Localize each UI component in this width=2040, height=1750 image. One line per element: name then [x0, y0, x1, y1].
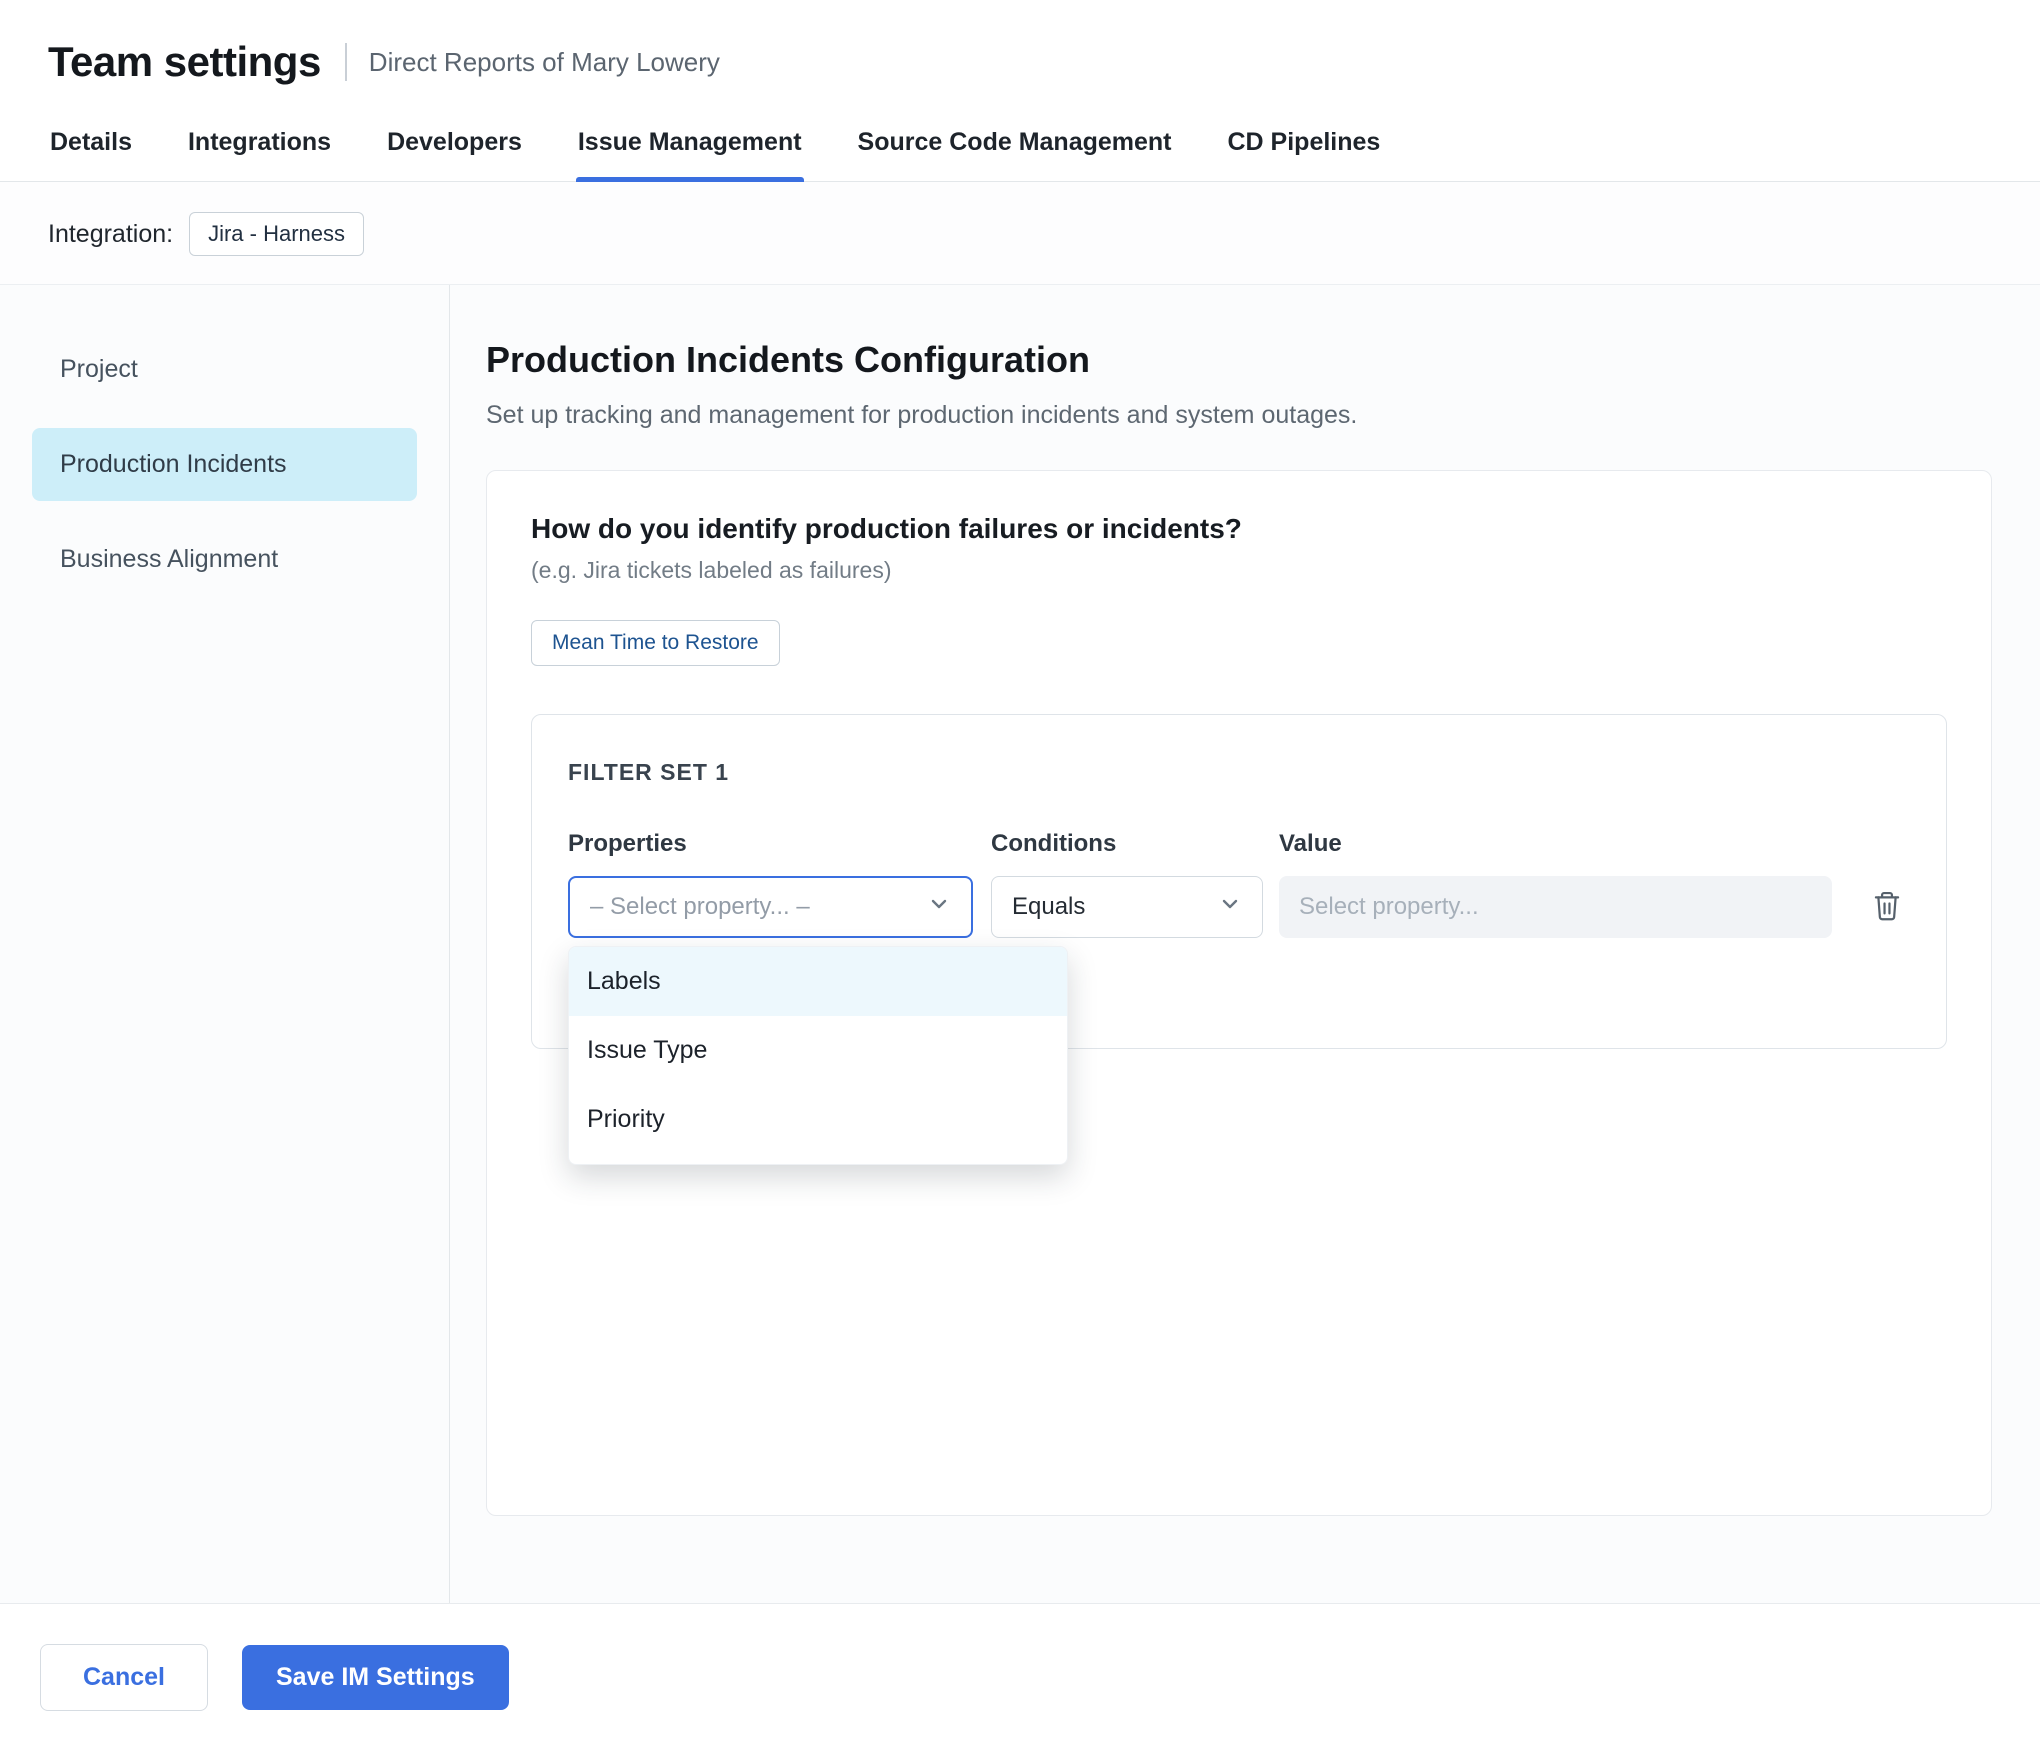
- main-panel: Production Incidents Configuration Set u…: [450, 285, 2040, 1603]
- page-header: Team settings Direct Reports of Mary Low…: [0, 0, 2040, 110]
- settings-sidebar: Project Production Incidents Business Al…: [0, 285, 450, 1603]
- question-hint: (e.g. Jira tickets labeled as failures): [531, 557, 1947, 584]
- value-column-label: Value: [1279, 830, 1832, 858]
- page-title: Team settings: [48, 38, 321, 86]
- tab-bar: Details Integrations Developers Issue Ma…: [0, 110, 2040, 182]
- filter-set-title: FILTER SET 1: [568, 759, 1910, 786]
- conditions-column-label: Conditions: [991, 830, 1263, 858]
- dropdown-option-priority[interactable]: Priority: [569, 1085, 1067, 1154]
- trash-icon: [1872, 890, 1902, 925]
- integration-label: Integration:: [48, 220, 173, 249]
- question-heading: How do you identify production failures …: [531, 513, 1947, 545]
- chevron-down-icon: [927, 892, 951, 923]
- dropdown-option-issue-type[interactable]: Issue Type: [569, 1016, 1067, 1085]
- tab-details[interactable]: Details: [48, 116, 134, 181]
- tab-cd-pipelines[interactable]: CD Pipelines: [1226, 116, 1383, 181]
- mean-time-to-restore-chip[interactable]: Mean Time to Restore: [531, 620, 780, 666]
- filter-controls-row: – Select property... – Equals: [568, 876, 1910, 938]
- value-input[interactable]: [1279, 876, 1832, 938]
- sidebar-item-business-alignment[interactable]: Business Alignment: [32, 523, 417, 596]
- tab-developers[interactable]: Developers: [385, 116, 524, 181]
- chevron-down-icon: [1218, 892, 1242, 923]
- integration-chip: Jira - Harness: [189, 212, 364, 256]
- page-subtitle: Direct Reports of Mary Lowery: [369, 47, 720, 78]
- dropdown-option-labels[interactable]: Labels: [569, 947, 1067, 1016]
- filter-set-1: FILTER SET 1 Properties Conditions Value…: [531, 714, 1947, 1049]
- incidents-config-card: How do you identify production failures …: [486, 470, 1992, 1516]
- section-title: Production Incidents Configuration: [486, 339, 1992, 381]
- tab-source-code-management[interactable]: Source Code Management: [856, 116, 1174, 181]
- section-subtitle: Set up tracking and management for produ…: [486, 401, 1992, 430]
- property-select[interactable]: – Select property... –: [568, 876, 973, 938]
- sidebar-item-project[interactable]: Project: [32, 333, 417, 406]
- tab-issue-management[interactable]: Issue Management: [576, 116, 804, 181]
- content-area: Project Production Incidents Business Al…: [0, 284, 2040, 1604]
- integration-row: Integration: Jira - Harness: [0, 182, 2040, 284]
- property-dropdown: Labels Issue Type Priority: [568, 946, 1068, 1165]
- properties-column-label: Properties: [568, 830, 973, 858]
- delete-filter-button[interactable]: [1864, 882, 1910, 933]
- title-divider: [345, 43, 347, 81]
- footer-actions: Cancel Save IM Settings: [0, 1604, 2040, 1750]
- sidebar-item-production-incidents[interactable]: Production Incidents: [32, 428, 417, 501]
- condition-select-value: Equals: [1012, 893, 1085, 921]
- cancel-button[interactable]: Cancel: [40, 1644, 208, 1711]
- filter-column-labels: Properties Conditions Value: [568, 830, 1910, 858]
- condition-select[interactable]: Equals: [991, 876, 1263, 938]
- tab-integrations[interactable]: Integrations: [186, 116, 333, 181]
- property-select-value: – Select property... –: [590, 893, 810, 921]
- save-im-settings-button[interactable]: Save IM Settings: [242, 1645, 509, 1710]
